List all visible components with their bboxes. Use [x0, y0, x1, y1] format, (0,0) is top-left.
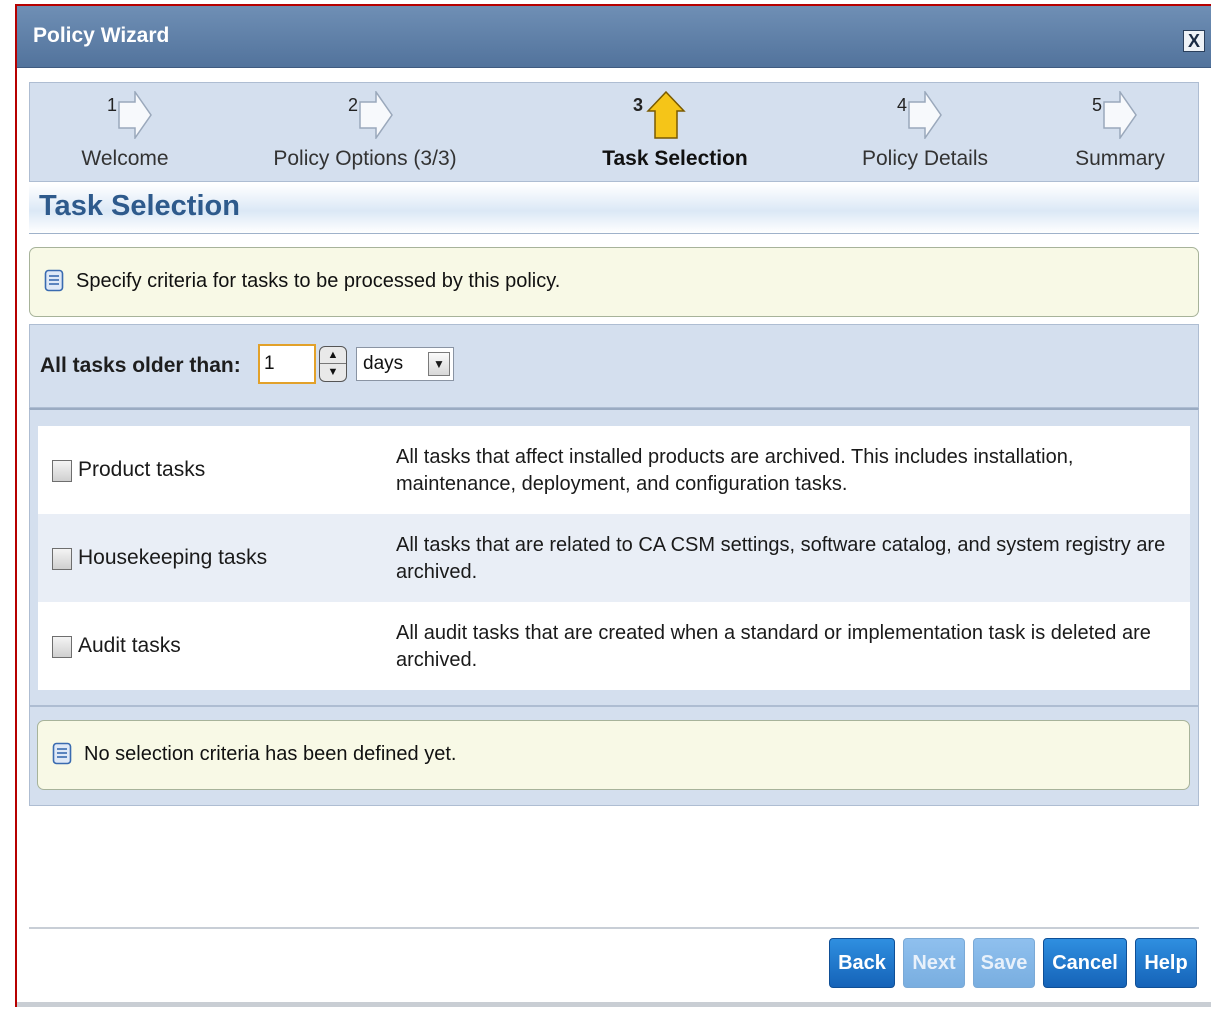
- age-unit-select[interactable]: days ▼: [356, 347, 454, 381]
- window-bottom-edge: [17, 1002, 1211, 1007]
- hint-text: Specify criteria for tasks to be process…: [76, 270, 561, 292]
- task-description: All audit tasks that are created when a …: [396, 622, 1151, 671]
- task-row-audit: Audit tasks All audit tasks that are cre…: [38, 602, 1190, 690]
- step-number: 4: [897, 95, 908, 115]
- age-value-input[interactable]: 1: [258, 344, 316, 384]
- age-filter-label: All tasks older than:: [40, 354, 241, 377]
- audit-tasks-checkbox[interactable]: [52, 636, 72, 658]
- step-label: Task Selection: [602, 147, 748, 170]
- age-unit-value: days: [363, 353, 404, 374]
- button-bar: Back Next Save Cancel Help: [829, 938, 1197, 988]
- section-header: Task Selection: [29, 184, 1199, 234]
- title-bar[interactable]: Policy Wizard X: [17, 6, 1211, 68]
- hint-box: Specify criteria for tasks to be process…: [29, 247, 1199, 317]
- step-policy-details[interactable]: 4 Policy Details: [835, 83, 1015, 183]
- task-description: All tasks that are related to CA CSM set…: [396, 534, 1166, 583]
- policy-wizard-window: Policy Wizard X 1 Welcome 2 Policy Optio…: [15, 4, 1211, 1007]
- task-name: Housekeeping tasks: [78, 546, 268, 569]
- note-icon: [52, 742, 72, 765]
- status-text: No selection criteria has been defined y…: [84, 743, 457, 765]
- step-label: Welcome: [81, 147, 169, 170]
- step-policy-options[interactable]: 2 Policy Options (3/3): [250, 83, 480, 183]
- status-panel: No selection criteria has been defined y…: [29, 706, 1199, 806]
- step-label: Summary: [1075, 147, 1165, 170]
- task-row-housekeeping: Housekeeping tasks All tasks that are re…: [38, 514, 1190, 602]
- chevron-down-icon[interactable]: ▼: [428, 352, 450, 376]
- step-welcome[interactable]: 1 Welcome: [50, 83, 200, 183]
- step-number: 3: [633, 95, 644, 115]
- stepper-down-icon[interactable]: ▼: [320, 364, 346, 381]
- step-task-selection[interactable]: 3 Task Selection: [570, 83, 780, 183]
- step-label: Policy Options (3/3): [273, 147, 457, 170]
- step-arrow-icon: [908, 91, 942, 139]
- save-button[interactable]: Save: [973, 938, 1035, 988]
- step-arrow-icon: [118, 91, 152, 139]
- task-type-list: Product tasks All tasks that affect inst…: [29, 408, 1199, 706]
- help-button[interactable]: Help: [1135, 938, 1197, 988]
- stepper-up-icon[interactable]: ▲: [320, 347, 346, 364]
- status-box: No selection criteria has been defined y…: [37, 720, 1190, 790]
- step-number: 5: [1092, 95, 1103, 115]
- housekeeping-tasks-checkbox[interactable]: [52, 548, 72, 570]
- age-filter-panel: All tasks older than: 1 ▲ ▼ days ▼: [29, 324, 1199, 408]
- step-number: 2: [348, 95, 359, 115]
- cancel-button[interactable]: Cancel: [1043, 938, 1127, 988]
- product-tasks-checkbox[interactable]: [52, 460, 72, 482]
- step-arrow-icon: [359, 91, 393, 139]
- window-title: Policy Wizard: [33, 24, 170, 47]
- wizard-steps: 1 Welcome 2 Policy Options (3/3) 3 Task …: [29, 82, 1199, 182]
- note-icon: [44, 269, 64, 292]
- age-value-stepper[interactable]: ▲ ▼: [319, 346, 347, 382]
- next-button[interactable]: Next: [903, 938, 965, 988]
- step-active-arrow-icon: [646, 91, 686, 139]
- back-button[interactable]: Back: [829, 938, 895, 988]
- step-label: Policy Details: [861, 147, 989, 170]
- step-number: 1: [107, 95, 118, 115]
- close-icon[interactable]: X: [1183, 30, 1205, 52]
- task-name: Product tasks: [78, 458, 206, 481]
- section-title: Task Selection: [39, 190, 240, 222]
- step-arrow-icon: [1103, 91, 1137, 139]
- task-row-product: Product tasks All tasks that affect inst…: [38, 426, 1190, 514]
- task-name: Audit tasks: [78, 634, 181, 657]
- step-summary[interactable]: 5 Summary: [1055, 83, 1185, 183]
- footer-divider: [29, 927, 1199, 929]
- task-description: All tasks that affect installed products…: [396, 446, 1074, 495]
